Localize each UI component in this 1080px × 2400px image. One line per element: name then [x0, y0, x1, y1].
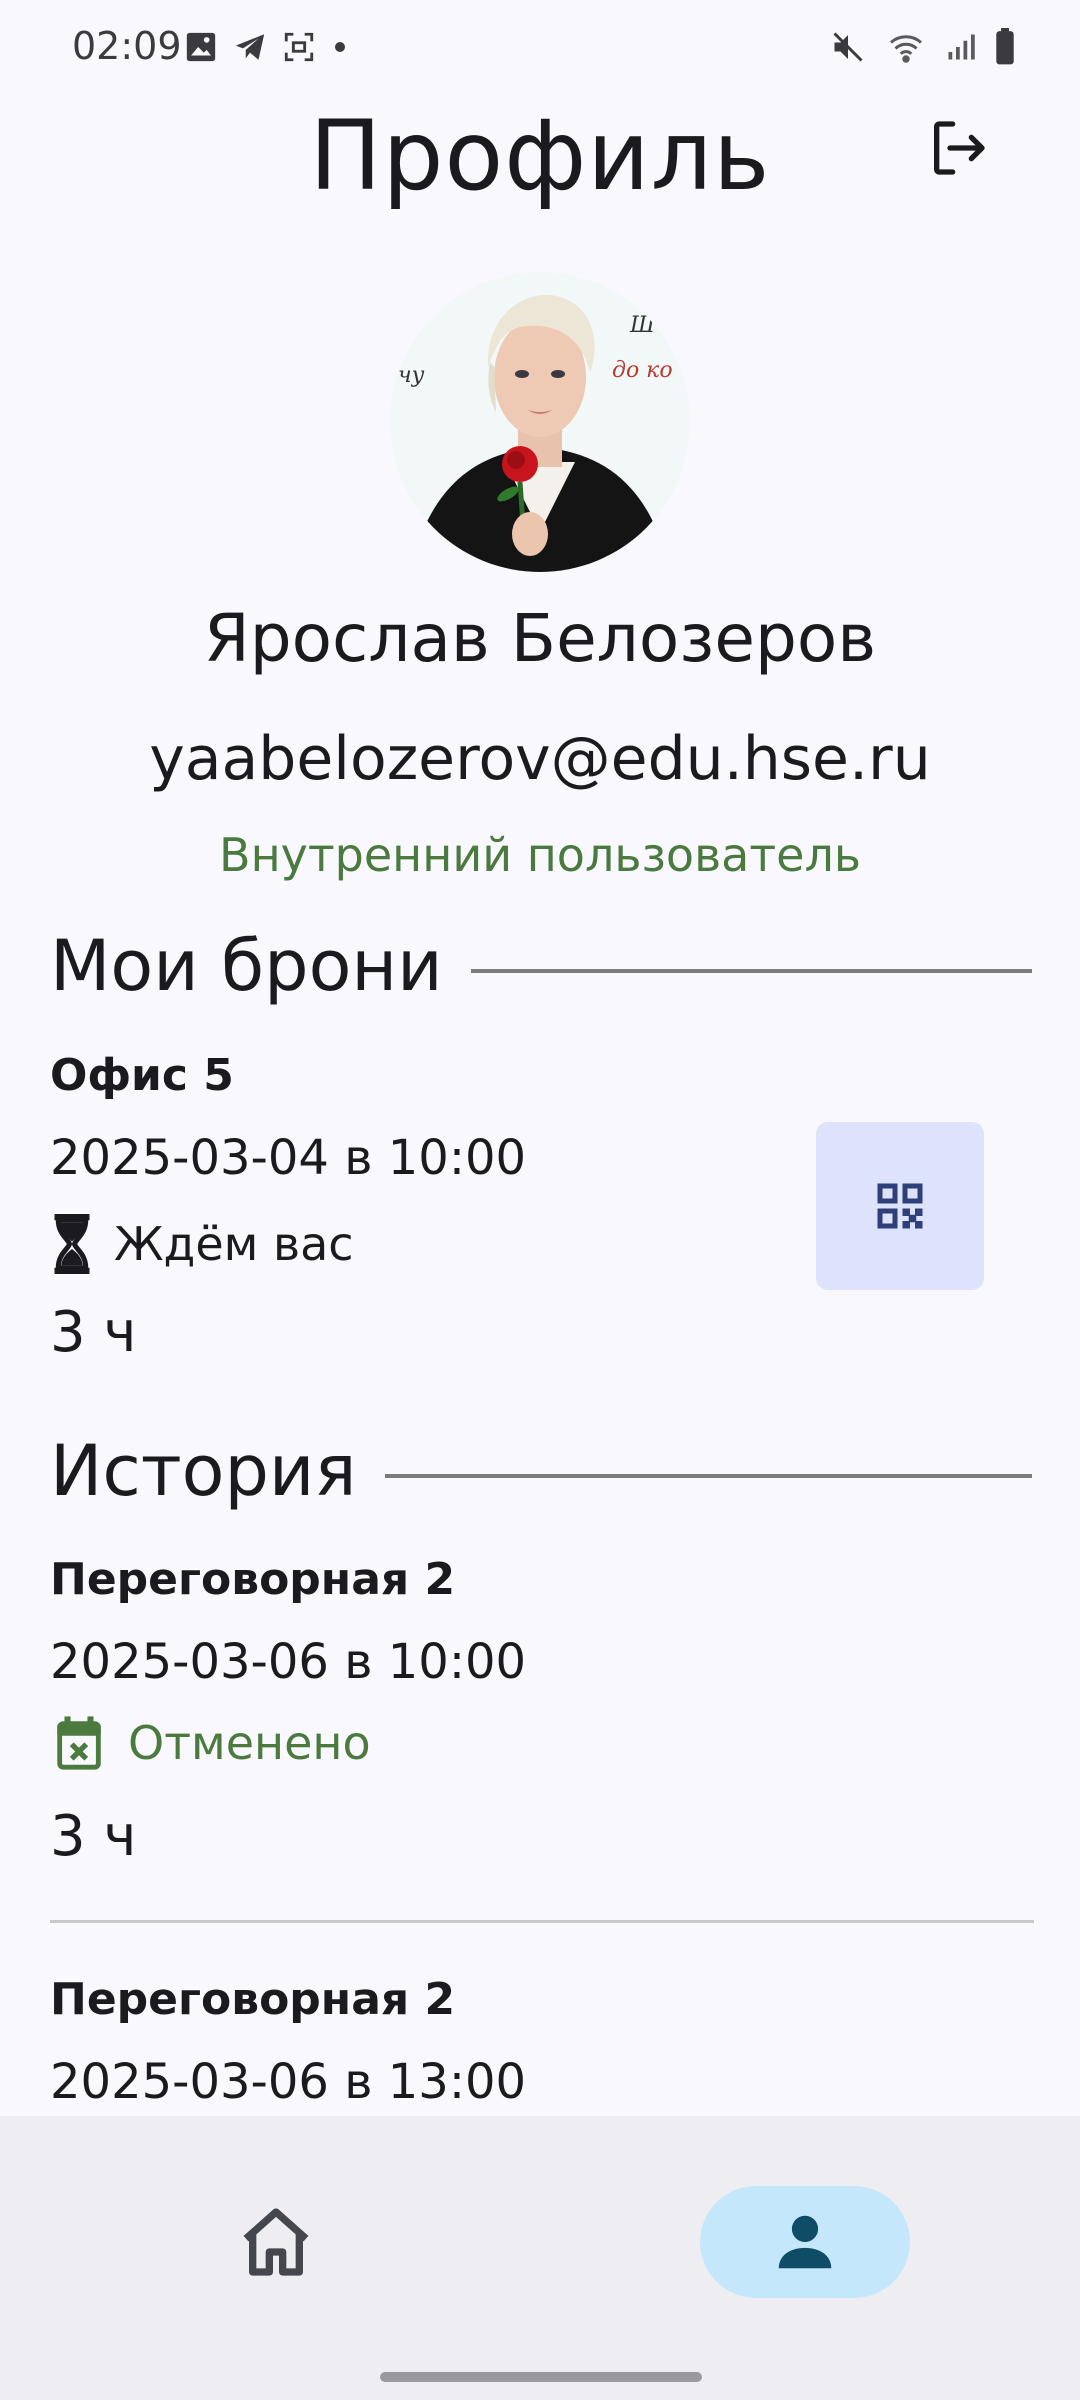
wifi-icon: [890, 35, 922, 63]
history-section-title: История: [50, 1430, 357, 1512]
list-divider: [50, 1920, 1034, 1923]
qr-code-button[interactable]: [816, 1122, 984, 1290]
signal-icon: [948, 34, 975, 60]
status-bar: 02:09: [0, 0, 1080, 100]
gesture-bar[interactable]: [380, 2372, 702, 2382]
screenshot-icon: [284, 32, 314, 62]
bookings-section-title: Мои брони: [50, 925, 443, 1007]
section-divider: [470, 969, 1032, 973]
logout-icon: [934, 121, 985, 175]
qr-code-icon: [877, 1183, 923, 1229]
history-item-duration: 3 ч: [50, 1804, 137, 1869]
user-name: Ярослав Белозеров: [203, 600, 877, 677]
history-item-title: Переговорная 2: [50, 1554, 456, 1605]
svg-text:до ко: до ко: [612, 358, 673, 383]
svg-text:чу: чу: [398, 363, 425, 388]
calendar-cancel-icon: [57, 1716, 101, 1770]
page-title: Профиль: [309, 100, 771, 212]
svg-text:Ш: Ш: [629, 313, 656, 338]
logout-button[interactable]: [922, 112, 994, 184]
history-item-status-label: Отменено: [128, 1716, 371, 1770]
status-notification-icons: [184, 30, 350, 64]
mute-icon: [833, 32, 863, 62]
avatar-image: й чу Ш до ко: [390, 272, 690, 572]
history-item-title: Переговорная 2: [50, 1974, 456, 2025]
booking-date: 2025-03-04 в 10:00: [50, 1130, 527, 1186]
booking-status-label: Ждём вас: [114, 1217, 354, 1271]
booking-duration: 3 ч: [50, 1300, 137, 1365]
status-system-icons: [830, 28, 1016, 66]
history-item-date: 2025-03-06 в 13:00: [50, 2054, 527, 2110]
section-divider: [384, 1474, 1032, 1478]
bottom-navigation: [0, 2116, 1080, 2400]
history-item-date: 2025-03-06 в 10:00: [50, 1634, 527, 1690]
user-email: yaabelozerov@edu.hse.ru: [149, 724, 931, 794]
nav-home-button[interactable]: [224, 2190, 328, 2294]
booking-status: Ждём вас: [50, 1214, 354, 1274]
battery-icon: [996, 28, 1014, 65]
home-icon: [243, 2208, 309, 2276]
nav-profile-button[interactable]: [700, 2186, 910, 2298]
telegram-icon: [235, 34, 265, 60]
hourglass-icon: [54, 1214, 90, 1274]
profile-icon: [778, 2215, 832, 2269]
avatar[interactable]: й чу Ш до ко: [390, 272, 690, 572]
bookings-section-header: Мои брони: [50, 925, 1032, 1007]
image-icon: [186, 32, 216, 62]
history-section-header: История: [50, 1430, 1032, 1512]
history-item-status: Отменено: [50, 1712, 371, 1774]
svg-text:й: й: [400, 313, 414, 338]
status-time: 02:09: [72, 24, 182, 68]
booking-title: Офис 5: [50, 1050, 234, 1101]
user-role: Внутренний пользователь: [219, 828, 861, 882]
dot-icon: [335, 42, 345, 52]
